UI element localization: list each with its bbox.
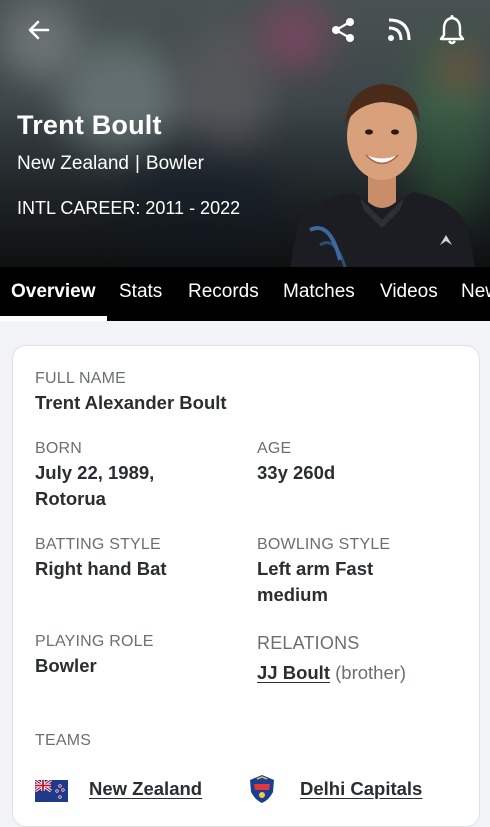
bell-icon[interactable] [439, 15, 465, 45]
bowling-style-line1: Left arm Fast [257, 558, 374, 579]
tab-videos[interactable]: Videos [380, 281, 438, 303]
tab-bar: Overview Stats Records Matches Videos Ne… [0, 267, 490, 321]
separator: | [134, 153, 140, 174]
full-name-label: FULL NAME [35, 370, 127, 387]
teams-label: TEAMS [35, 732, 92, 749]
rss-feed-icon[interactable] [386, 17, 412, 43]
share-icon[interactable] [329, 16, 357, 44]
full-name-value: Trent Alexander Boult [35, 392, 227, 413]
active-tab-indicator [0, 316, 107, 321]
tab-stats[interactable]: Stats [119, 281, 162, 303]
player-country-role: New Zealand | Bowler [17, 153, 204, 175]
player-role: Bowler [145, 153, 204, 174]
relations-label: RELATIONS [257, 633, 360, 653]
born-label: BORN [35, 440, 83, 457]
born-date: July 22, 1989, [35, 462, 155, 483]
born-value: July 22, 1989, Rotorua [35, 460, 154, 512]
tab-records[interactable]: Records [188, 281, 259, 303]
tab-news[interactable]: News [461, 281, 490, 303]
age-value: 33y 260d [257, 462, 336, 483]
playing-role-label: PLAYING ROLE [35, 633, 154, 650]
batting-style-label: BATTING STYLE [35, 536, 161, 553]
relations-value: JJ Boult (brother) [257, 660, 406, 686]
relation-type: (brother) [335, 662, 407, 683]
batting-style-value: Right hand Bat [35, 558, 167, 579]
player-header: Trent Boult New Zealand | Bowler INTL CARE… [0, 0, 490, 267]
player-country: New Zealand [17, 153, 129, 174]
tab-matches[interactable]: Matches [283, 281, 355, 303]
player-portrait [290, 84, 475, 267]
back-arrow-icon[interactable] [26, 17, 52, 43]
bowling-style-value: Left arm Fast medium [257, 556, 373, 608]
tab-overview[interactable]: Overview [11, 281, 96, 303]
playing-role-value: Bowler [35, 655, 97, 676]
career-span: INTL CAREER: 2011 - 2022 [17, 198, 241, 218]
new-zealand-flag-icon [35, 780, 68, 802]
bowling-style-line2: medium [257, 584, 328, 605]
bowling-style-label: BOWLING STYLE [257, 536, 391, 553]
relation-link[interactable]: JJ Boult [257, 662, 330, 683]
profile-card: FULL NAME Trent Alexander Boult BORN Jul… [12, 345, 480, 827]
born-place: Rotorua [35, 488, 106, 509]
team-link-new-zealand[interactable]: New Zealand [89, 776, 202, 802]
team-link-delhi-capitals[interactable]: Delhi Capitals [300, 776, 422, 802]
player-name: Trent Boult [17, 110, 162, 140]
age-label: AGE [257, 440, 292, 457]
